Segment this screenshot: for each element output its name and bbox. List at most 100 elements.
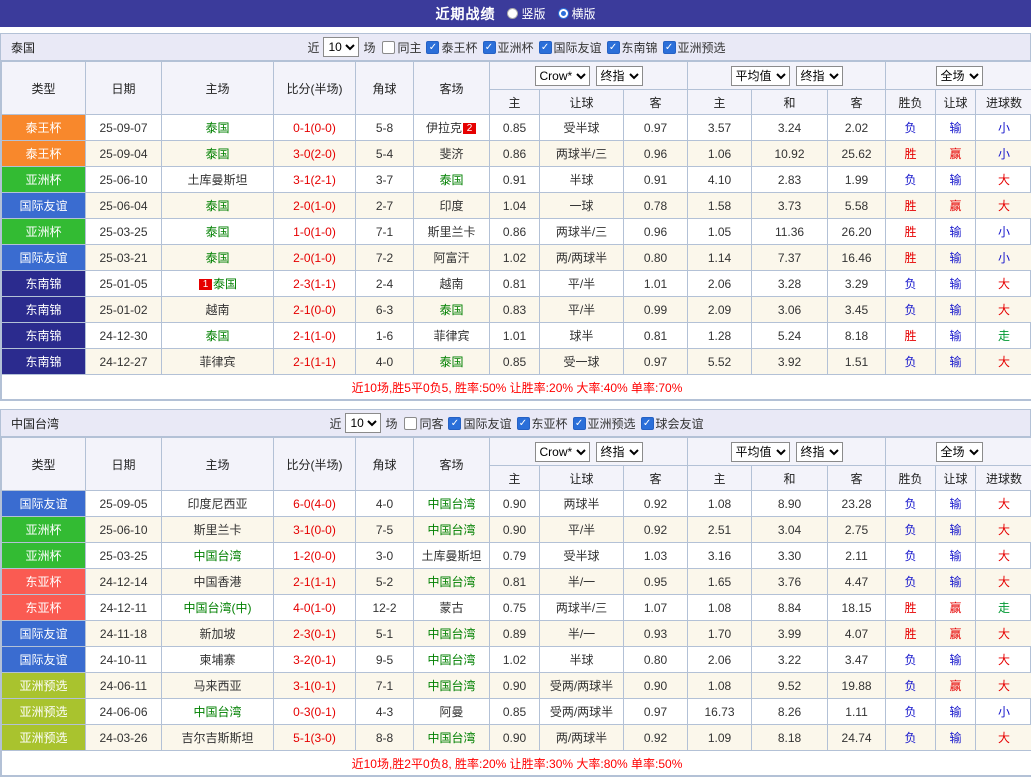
avg-away-cell: 19.88 <box>828 673 886 699</box>
home-team-cell: 泰国 <box>162 323 274 349</box>
corner-cell: 8-8 <box>356 725 414 751</box>
filter-checkbox[interactable]: ✓亚洲预选 <box>573 415 636 432</box>
avg-type-select[interactable]: 平均值 <box>731 66 790 86</box>
scope-select[interactable]: 全场 <box>936 442 983 462</box>
filter-checkbox[interactable]: ✓泰王杯 <box>426 39 477 56</box>
filter-controls: 近10场同主✓泰王杯✓亚洲杯✓国际友谊✓东南锦✓亚洲预选 <box>305 37 725 57</box>
win-loss-cell: 负 <box>886 673 936 699</box>
away-team-cell: 泰国 <box>414 349 490 375</box>
filter-checkbox[interactable]: ✓亚洲杯 <box>483 39 534 56</box>
handicap-cell: 半/一 <box>540 621 624 647</box>
odds-away-cell: 0.81 <box>624 323 688 349</box>
handicap-cell: 半球 <box>540 647 624 673</box>
sub-column-header: 让球 <box>540 90 624 115</box>
sub-column-header: 让球 <box>936 90 976 115</box>
corner-cell: 3-7 <box>356 167 414 193</box>
date-cell: 25-03-21 <box>86 245 162 271</box>
avg-home-cell: 1.05 <box>688 219 752 245</box>
odds-company-select[interactable]: Crow* <box>535 66 590 86</box>
avg-home-cell: 16.73 <box>688 699 752 725</box>
corner-cell: 5-1 <box>356 621 414 647</box>
checkbox-label: 东南锦 <box>622 39 658 56</box>
odds-home-cell: 0.86 <box>490 219 540 245</box>
view-mode-radio-0[interactable]: 竖版 <box>507 5 545 22</box>
filter-checkbox[interactable]: ✓国际友谊 <box>448 415 511 432</box>
corner-cell: 2-7 <box>356 193 414 219</box>
odds-home-cell: 1.02 <box>490 245 540 271</box>
away-team-name: 泰国 <box>439 355 463 369</box>
sub-column-header: 胜负 <box>886 466 936 491</box>
competition-type-badge: 东南锦 <box>2 349 86 375</box>
odds-company-select[interactable]: Crow* <box>535 442 590 462</box>
competition-type-badge: 国际友谊 <box>2 621 86 647</box>
avg-type-select[interactable]: 平均值 <box>731 442 790 462</box>
match-row: 国际友谊25-03-21泰国2-0(1-0)7-2阿富汗1.02两/两球半0.8… <box>2 245 1031 271</box>
away-team-cell: 阿富汗 <box>414 245 490 271</box>
goals-result-cell: 大 <box>976 569 1031 595</box>
match-count-select[interactable]: 10 <box>345 413 381 433</box>
avg-home-cell: 2.51 <box>688 517 752 543</box>
sub-column-header: 客 <box>828 90 886 115</box>
avg-draw-cell: 3.30 <box>752 543 828 569</box>
handicap-cell: 半/一 <box>540 569 624 595</box>
home-team-name: 泰国 <box>205 121 229 135</box>
filter-checkbox[interactable]: ✓东亚杯 <box>517 415 568 432</box>
filter-checkbox[interactable]: ✓亚洲预选 <box>663 39 726 56</box>
avg-draw-cell: 3.04 <box>752 517 828 543</box>
checkbox-icon <box>404 417 417 430</box>
match-count-select[interactable]: 10 <box>323 37 359 57</box>
competition-type-badge: 亚洲预选 <box>2 699 86 725</box>
odds-away-cell: 1.01 <box>624 271 688 297</box>
home-team-name: 印度尼西亚 <box>187 497 247 511</box>
score-cell: 3-1(2-1) <box>274 167 356 193</box>
competition-type-badge: 亚洲预选 <box>2 673 86 699</box>
away-team-name: 泰国 <box>439 173 463 187</box>
avg-home-cell: 1.14 <box>688 245 752 271</box>
scope-select[interactable]: 全场 <box>936 66 983 86</box>
checkbox-label: 国际友谊 <box>463 415 511 432</box>
view-mode-radio-1[interactable]: 横版 <box>558 5 596 22</box>
avg-final-select[interactable]: 终指 <box>796 66 843 86</box>
odds-away-cell: 0.97 <box>624 699 688 725</box>
handicap-cell: 受两/两球半 <box>540 673 624 699</box>
topbar: 近期战绩 竖版横版 <box>0 0 1031 27</box>
filter-checkbox[interactable]: ✓东南锦 <box>607 39 658 56</box>
odds-away-cell: 0.97 <box>624 349 688 375</box>
column-header: 角球 <box>356 438 414 491</box>
avg-home-cell: 3.57 <box>688 115 752 141</box>
home-team-name: 新加坡 <box>199 627 235 641</box>
result-header-cell: 全场 <box>886 62 1031 90</box>
odds-final-select[interactable]: 终指 <box>596 442 643 462</box>
radio-icon <box>507 8 518 19</box>
win-loss-cell: 负 <box>886 491 936 517</box>
odds-home-cell: 1.04 <box>490 193 540 219</box>
checkbox-label: 球会友谊 <box>656 415 704 432</box>
checkbox-icon: ✓ <box>607 41 620 54</box>
date-cell: 24-12-14 <box>86 569 162 595</box>
avg-away-cell: 3.47 <box>828 647 886 673</box>
goals-result-cell: 大 <box>976 349 1031 375</box>
odds-away-cell: 0.80 <box>624 647 688 673</box>
home-team-cell: 中国台湾(中) <box>162 595 274 621</box>
odds-final-select[interactable]: 终指 <box>596 66 643 86</box>
result-header-cell: 全场 <box>886 438 1031 466</box>
filter-checkbox[interactable]: 同客 <box>404 415 443 432</box>
goals-result-cell: 小 <box>976 115 1031 141</box>
competition-type-badge: 东南锦 <box>2 323 86 349</box>
filter-checkbox[interactable]: ✓国际友谊 <box>539 39 602 56</box>
filter-checkbox[interactable]: 同主 <box>382 39 421 56</box>
avg-home-cell: 2.06 <box>688 271 752 297</box>
filter-checkbox[interactable]: ✓球会友谊 <box>641 415 704 432</box>
away-team-cell: 蒙古 <box>414 595 490 621</box>
win-loss-cell: 胜 <box>886 595 936 621</box>
avg-home-cell: 1.58 <box>688 193 752 219</box>
goals-result-cell: 大 <box>976 297 1031 323</box>
checkbox-label: 亚洲预选 <box>588 415 636 432</box>
corner-cell: 7-5 <box>356 517 414 543</box>
avg-home-cell: 2.06 <box>688 647 752 673</box>
avg-away-cell: 26.20 <box>828 219 886 245</box>
sub-column-header: 主 <box>688 466 752 491</box>
handicap-cell: 一球 <box>540 193 624 219</box>
avg-final-select[interactable]: 终指 <box>796 442 843 462</box>
sub-column-header: 让球 <box>936 466 976 491</box>
